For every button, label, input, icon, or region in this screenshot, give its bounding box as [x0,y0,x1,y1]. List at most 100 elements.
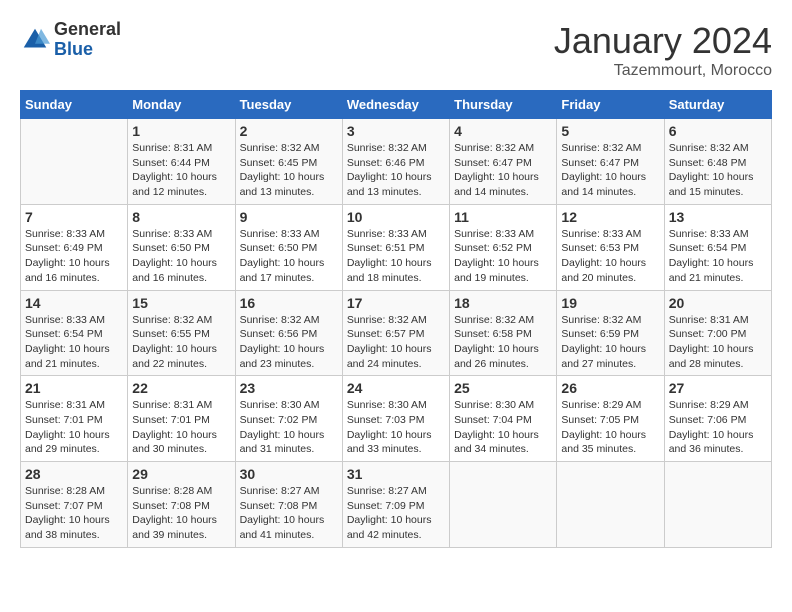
calendar-week-row: 7Sunrise: 8:33 AMSunset: 6:49 PMDaylight… [21,204,772,290]
day-info: Sunrise: 8:33 AMSunset: 6:54 PMDaylight:… [669,227,767,286]
day-number: 15 [132,295,230,311]
day-number: 5 [561,123,659,139]
calendar-cell: 19Sunrise: 8:32 AMSunset: 6:59 PMDayligh… [557,290,664,376]
calendar-cell: 17Sunrise: 8:32 AMSunset: 6:57 PMDayligh… [342,290,449,376]
logo: General Blue [20,20,121,60]
day-info: Sunrise: 8:30 AMSunset: 7:02 PMDaylight:… [240,398,338,457]
day-number: 12 [561,209,659,225]
day-info: Sunrise: 8:32 AMSunset: 6:55 PMDaylight:… [132,313,230,372]
day-number: 27 [669,380,767,396]
calendar-cell [557,462,664,548]
calendar-cell: 15 Sunrise: 8:32 AMSunset: 6:55 PMDayligh… [128,290,235,376]
day-info: Sunrise: 8:28 AMSunset: 7:08 PMDaylight:… [132,484,230,543]
day-number: 11 [454,209,552,225]
day-number: 30 [240,466,338,482]
calendar-cell [450,462,557,548]
day-number: 1 [132,123,230,139]
logo-general: General [54,20,121,40]
day-info: Sunrise: 8:29 AMSunset: 7:06 PMDaylight:… [669,398,767,457]
calendar-cell: 13Sunrise: 8:33 AMSunset: 6:54 PMDayligh… [664,204,771,290]
calendar-cell [664,462,771,548]
calendar-cell: 10 Sunrise: 8:33 AMSunset: 6:51 PMDayligh… [342,204,449,290]
day-info: Sunrise: 8:32 AMSunset: 6:45 PMDaylight:… [240,141,338,200]
calendar-cell: 26Sunrise: 8:29 AMSunset: 7:05 PMDayligh… [557,376,664,462]
calendar-cell: 9 Sunrise: 8:33 AMSunset: 6:50 PMDaylight… [235,204,342,290]
month-title: January 2024 [554,20,772,62]
day-info: Sunrise: 8:32 AMSunset: 6:59 PMDaylight:… [561,313,659,372]
calendar-cell: 27 Sunrise: 8:29 AMSunset: 7:06 PMDayligh… [664,376,771,462]
day-info: Sunrise: 8:32 AMSunset: 6:47 PMDaylight:… [454,141,552,200]
day-number: 3 [347,123,445,139]
calendar-week-row: 21Sunrise: 8:31 AMSunset: 7:01 PMDayligh… [21,376,772,462]
page-header: General Blue January 2024 Tazemmourt, Mo… [20,20,772,80]
day-info: Sunrise: 8:33 AMSunset: 6:52 PMDaylight:… [454,227,552,286]
day-info: Sunrise: 8:33 AMSunset: 6:53 PMDaylight:… [561,227,659,286]
weekday-header: Wednesday [342,91,449,119]
day-number: 8 [132,209,230,225]
day-info: Sunrise: 8:29 AMSunset: 7:05 PMDaylight:… [561,398,659,457]
day-info: Sunrise: 8:31 AMSunset: 6:44 PMDaylight:… [132,141,230,200]
day-number: 4 [454,123,552,139]
day-info: Sunrise: 8:33 AMSunset: 6:50 PMDaylight:… [132,227,230,286]
calendar-cell: 14 Sunrise: 8:33 AMSunset: 6:54 PMDayligh… [21,290,128,376]
calendar-cell: 29 Sunrise: 8:28 AMSunset: 7:08 PMDayligh… [128,462,235,548]
day-info: Sunrise: 8:27 AMSunset: 7:08 PMDaylight:… [240,484,338,543]
logo-icon [20,25,50,55]
weekday-header: Thursday [450,91,557,119]
logo-text: General Blue [54,20,121,60]
weekday-header: Sunday [21,91,128,119]
day-info: Sunrise: 8:32 AMSunset: 6:48 PMDaylight:… [669,141,767,200]
day-info: Sunrise: 8:31 AMSunset: 7:01 PMDaylight:… [132,398,230,457]
calendar-cell: 3 Sunrise: 8:32 AMSunset: 6:46 PMDaylight… [342,119,449,205]
calendar-cell: 4 Sunrise: 8:32 AMSunset: 6:47 PMDaylight… [450,119,557,205]
calendar-week-row: 1 Sunrise: 8:31 AMSunset: 6:44 PMDaylight… [21,119,772,205]
calendar-cell: 22 Sunrise: 8:31 AMSunset: 7:01 PMDayligh… [128,376,235,462]
day-number: 7 [25,209,123,225]
day-info: Sunrise: 8:33 AMSunset: 6:54 PMDaylight:… [25,313,123,372]
day-info: Sunrise: 8:32 AMSunset: 6:58 PMDaylight:… [454,313,552,372]
day-info: Sunrise: 8:30 AMSunset: 7:03 PMDaylight:… [347,398,445,457]
day-number: 6 [669,123,767,139]
calendar-cell: 24 Sunrise: 8:30 AMSunset: 7:03 PMDayligh… [342,376,449,462]
calendar-cell: 18Sunrise: 8:32 AMSunset: 6:58 PMDayligh… [450,290,557,376]
day-info: Sunrise: 8:32 AMSunset: 6:56 PMDaylight:… [240,313,338,372]
calendar-week-row: 28Sunrise: 8:28 AMSunset: 7:07 PMDayligh… [21,462,772,548]
weekday-header: Saturday [664,91,771,119]
day-info: Sunrise: 8:31 AMSunset: 7:01 PMDaylight:… [25,398,123,457]
day-number: 20 [669,295,767,311]
day-number: 14 [25,295,123,311]
day-info: Sunrise: 8:32 AMSunset: 6:46 PMDaylight:… [347,141,445,200]
calendar-cell [21,119,128,205]
day-number: 2 [240,123,338,139]
weekday-header: Friday [557,91,664,119]
weekday-header: Tuesday [235,91,342,119]
day-number: 29 [132,466,230,482]
day-number: 10 [347,209,445,225]
calendar-cell: 23Sunrise: 8:30 AMSunset: 7:02 PMDayligh… [235,376,342,462]
weekday-header: Monday [128,91,235,119]
calendar-cell: 6 Sunrise: 8:32 AMSunset: 6:48 PMDaylight… [664,119,771,205]
logo-blue: Blue [54,40,121,60]
calendar-cell: 12 Sunrise: 8:33 AMSunset: 6:53 PMDayligh… [557,204,664,290]
day-number: 25 [454,380,552,396]
header-row: SundayMondayTuesdayWednesdayThursdayFrid… [21,91,772,119]
calendar-week-row: 14 Sunrise: 8:33 AMSunset: 6:54 PMDayligh… [21,290,772,376]
day-number: 31 [347,466,445,482]
calendar-cell: 30 Sunrise: 8:27 AMSunset: 7:08 PMDayligh… [235,462,342,548]
day-number: 9 [240,209,338,225]
calendar-cell: 21Sunrise: 8:31 AMSunset: 7:01 PMDayligh… [21,376,128,462]
calendar-cell: 20 Sunrise: 8:31 AMSunset: 7:00 PMDayligh… [664,290,771,376]
day-number: 22 [132,380,230,396]
day-info: Sunrise: 8:31 AMSunset: 7:00 PMDaylight:… [669,313,767,372]
day-number: 24 [347,380,445,396]
calendar-cell: 7Sunrise: 8:33 AMSunset: 6:49 PMDaylight… [21,204,128,290]
calendar-cell: 16Sunrise: 8:32 AMSunset: 6:56 PMDayligh… [235,290,342,376]
title-block: January 2024 Tazemmourt, Morocco [554,20,772,80]
calendar-cell: 5 Sunrise: 8:32 AMSunset: 6:47 PMDaylight… [557,119,664,205]
day-info: Sunrise: 8:32 AMSunset: 6:47 PMDaylight:… [561,141,659,200]
location-subtitle: Tazemmourt, Morocco [554,62,772,80]
day-info: Sunrise: 8:32 AMSunset: 6:57 PMDaylight:… [347,313,445,372]
day-info: Sunrise: 8:33 AMSunset: 6:51 PMDaylight:… [347,227,445,286]
day-info: Sunrise: 8:33 AMSunset: 6:50 PMDaylight:… [240,227,338,286]
calendar-table: SundayMondayTuesdayWednesdayThursdayFrid… [20,90,772,548]
